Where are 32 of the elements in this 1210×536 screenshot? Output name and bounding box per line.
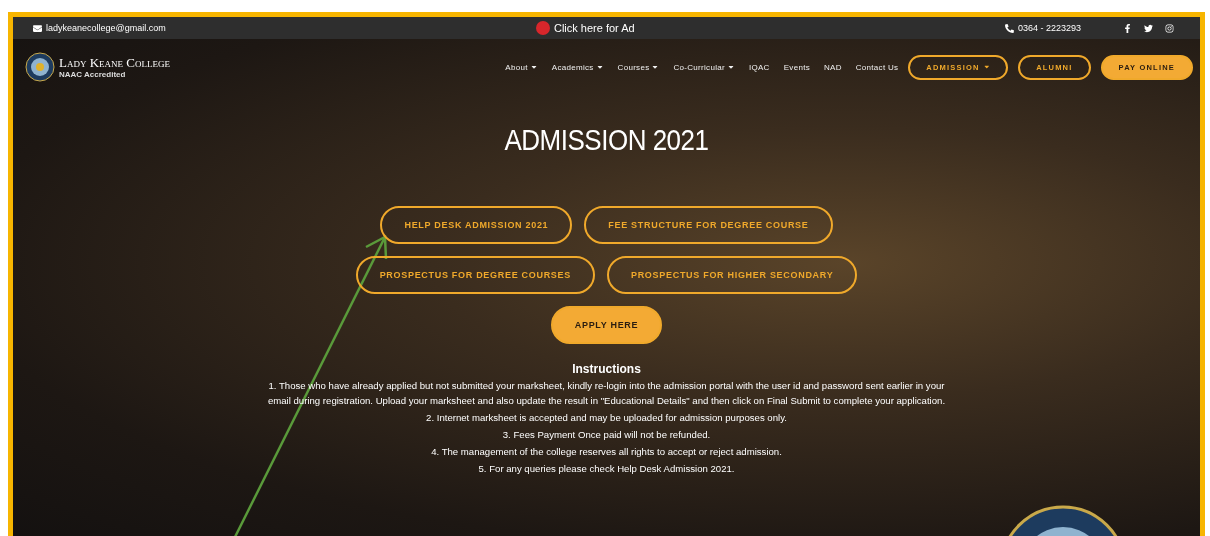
page-title: ADMISSION 2021: [503, 123, 710, 158]
facebook-icon[interactable]: [1123, 23, 1132, 33]
instruction-text: 1. Those who have already applied but not submitted your marksheet, kindly re-login into the admission portal with the user id and password sent earlier in your email during registration. Upload your marksheet and also update the result in "Educational Details" and then click on Final Submit to complete your application.: [266, 379, 947, 408]
link-button[interactable]: PROSPECTUS FOR DEGREE COURSES: [355, 256, 595, 294]
instructions-heading: Instructions: [571, 362, 642, 376]
nav-link[interactable]: NAD: [823, 62, 842, 72]
nav-link[interactable]: IQAC: [748, 62, 770, 72]
nav-link[interactable]: Academics: [551, 62, 604, 72]
nav-link[interactable]: Courses: [617, 62, 660, 72]
nav-link[interactable]: Contact Us: [855, 62, 899, 72]
accreditation-text: NAAC Accredited: [59, 69, 127, 79]
email-text[interactable]: ladykeanecollege@gmail.com: [33, 23, 166, 33]
link-button[interactable]: PROSPECTUS FOR HIGHER SECONDARY: [606, 256, 858, 294]
instruction-text: 3. Fees Payment Once paid will not be refunded.: [502, 428, 711, 442]
ad-link[interactable]: Click here for Ad: [535, 21, 635, 35]
link-button[interactable]: FEE STRUCTURE FOR DEGREE COURSE: [584, 206, 833, 244]
ad-badge-icon: [535, 21, 550, 35]
instruction-text: 5. For any queries please check Help Desk Admission 2021.: [478, 462, 735, 476]
envelope-icon: [33, 23, 42, 33]
nav-link[interactable]: About: [505, 62, 538, 72]
college-seal-icon[interactable]: [25, 52, 55, 82]
nav-link[interactable]: Co-Curricular: [673, 62, 735, 72]
link-button[interactable]: APPLY HERE: [550, 306, 663, 344]
twitter-icon[interactable]: [1144, 23, 1153, 33]
instagram-icon[interactable]: [1165, 23, 1174, 33]
phone-icon: [1004, 23, 1014, 33]
instruction-text: 2. Internet marksheet is accepted and may be uploaded for admission purposes only.: [426, 411, 787, 425]
link-button[interactable]: HELP DESK ADMISSION 2021: [380, 206, 573, 244]
phone-text: 0364 - 2223293: [1004, 23, 1081, 33]
nav-link[interactable]: Events: [783, 62, 810, 72]
instruction-text: 4. The management of the college reserves all rights to accept or reject admission.: [431, 445, 782, 459]
college-name[interactable]: Lady Keane College: [59, 55, 170, 70]
